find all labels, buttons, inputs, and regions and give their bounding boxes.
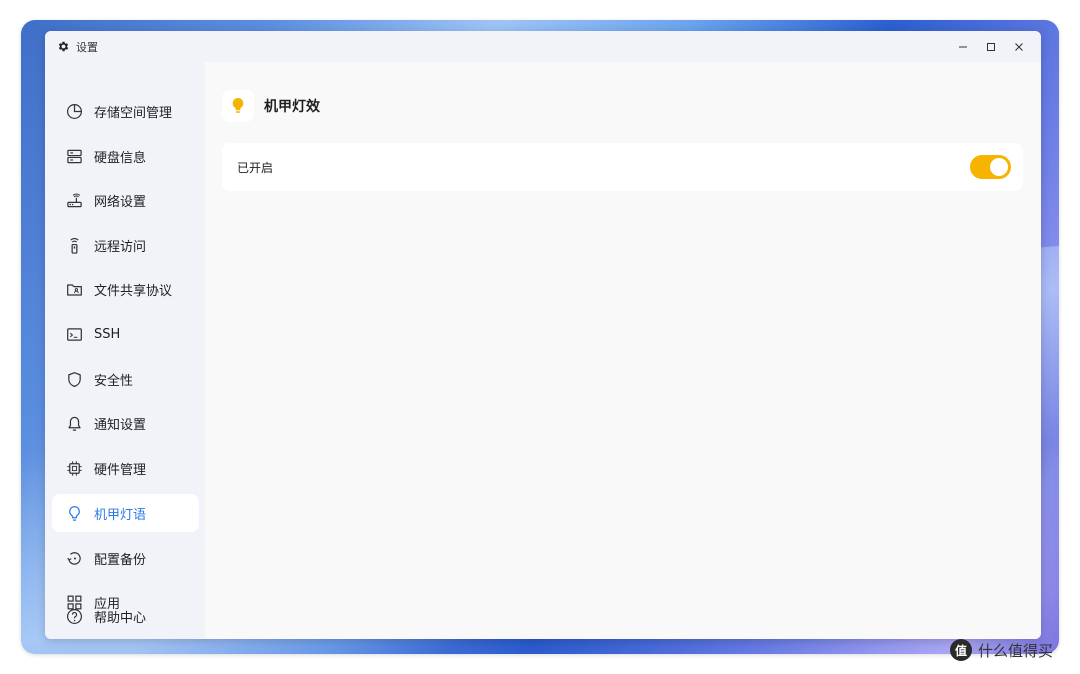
sidebar-item-disk-info[interactable]: 硬盘信息 (52, 137, 199, 175)
toggle-knob (990, 158, 1008, 176)
chip-icon (65, 459, 83, 477)
close-icon (1015, 42, 1023, 51)
sidebar-item-mecha-light[interactable]: 机甲灯语 (52, 494, 199, 532)
sidebar-item-ssh[interactable]: SSH (52, 315, 199, 353)
sidebar-item-label: 安全性 (94, 373, 134, 389)
sidebar-item-config-backup[interactable]: 配置备份 (52, 539, 199, 577)
help-icon (65, 607, 83, 625)
window-title: 设置 (76, 40, 98, 54)
gear-icon (56, 40, 70, 54)
sidebar-item-label: 配置备份 (94, 552, 147, 568)
sidebar-item-file-sharing[interactable]: 文件共享协议 (52, 270, 199, 308)
sidebar-item-notifications[interactable]: 通知设置 (52, 404, 199, 442)
sidebar-item-label: 帮助中心 (94, 610, 147, 626)
window-controls (949, 31, 1033, 62)
pie-chart-icon (65, 102, 83, 120)
watermark-text: 什么值得买 (978, 641, 1054, 660)
lightbulb-icon (222, 90, 254, 122)
setting-card: 已开启 (222, 143, 1023, 191)
sidebar-item-label: 文件共享协议 (94, 283, 173, 299)
router-icon (65, 191, 83, 209)
sidebar: 存储空间管理 硬盘信息 网络设置 远程访问 文件共享协议 SSH 安全性 通知设… (45, 62, 205, 639)
backup-icon (65, 549, 83, 567)
sidebar-item-label: 存储空间管理 (94, 105, 173, 121)
close-button[interactable] (1005, 35, 1033, 59)
page-header: 机甲灯效 (222, 90, 320, 122)
toggle-label: 已开启 (237, 160, 274, 175)
sidebar-item-label: SSH (94, 326, 121, 342)
sidebar-item-remote-access[interactable]: 远程访问 (52, 226, 199, 264)
watermark-logo: 值 (950, 639, 972, 661)
maximize-icon (987, 42, 995, 51)
sidebar-item-label: 远程访问 (94, 239, 147, 255)
terminal-icon (65, 325, 83, 343)
shield-icon (65, 370, 83, 388)
sidebar-item-storage[interactable]: 存储空间管理 (52, 92, 199, 130)
minimize-icon (959, 46, 967, 47)
page-title: 机甲灯效 (264, 99, 320, 115)
sidebar-item-label: 硬盘信息 (94, 150, 147, 166)
sidebar-item-security[interactable]: 安全性 (52, 360, 199, 398)
main-content: 机甲灯效 已开启 (205, 62, 1041, 639)
sidebar-item-label: 机甲灯语 (94, 507, 147, 523)
sidebar-item-help-center[interactable]: 帮助中心 (52, 597, 199, 635)
remote-icon (65, 236, 83, 254)
light-effect-toggle[interactable] (970, 155, 1011, 179)
watermark: 值 什么值得买 (950, 638, 1053, 662)
title-bar: 设置 (45, 31, 1041, 62)
minimize-button[interactable] (949, 35, 977, 59)
maximize-button[interactable] (977, 35, 1005, 59)
bell-icon (65, 414, 83, 432)
lightbulb-icon (65, 504, 83, 522)
sidebar-item-label: 通知设置 (94, 417, 147, 433)
sidebar-item-label: 网络设置 (94, 194, 147, 210)
server-icon (65, 147, 83, 165)
sidebar-item-network[interactable]: 网络设置 (52, 181, 199, 219)
shared-folder-icon (65, 280, 83, 298)
sidebar-item-label: 硬件管理 (94, 462, 147, 478)
settings-window: 设置 存储空间管理 硬盘信息 网络设置 远程访问 文件共享协议 SSH 安全性 … (45, 31, 1041, 639)
sidebar-item-hardware[interactable]: 硬件管理 (52, 449, 199, 487)
